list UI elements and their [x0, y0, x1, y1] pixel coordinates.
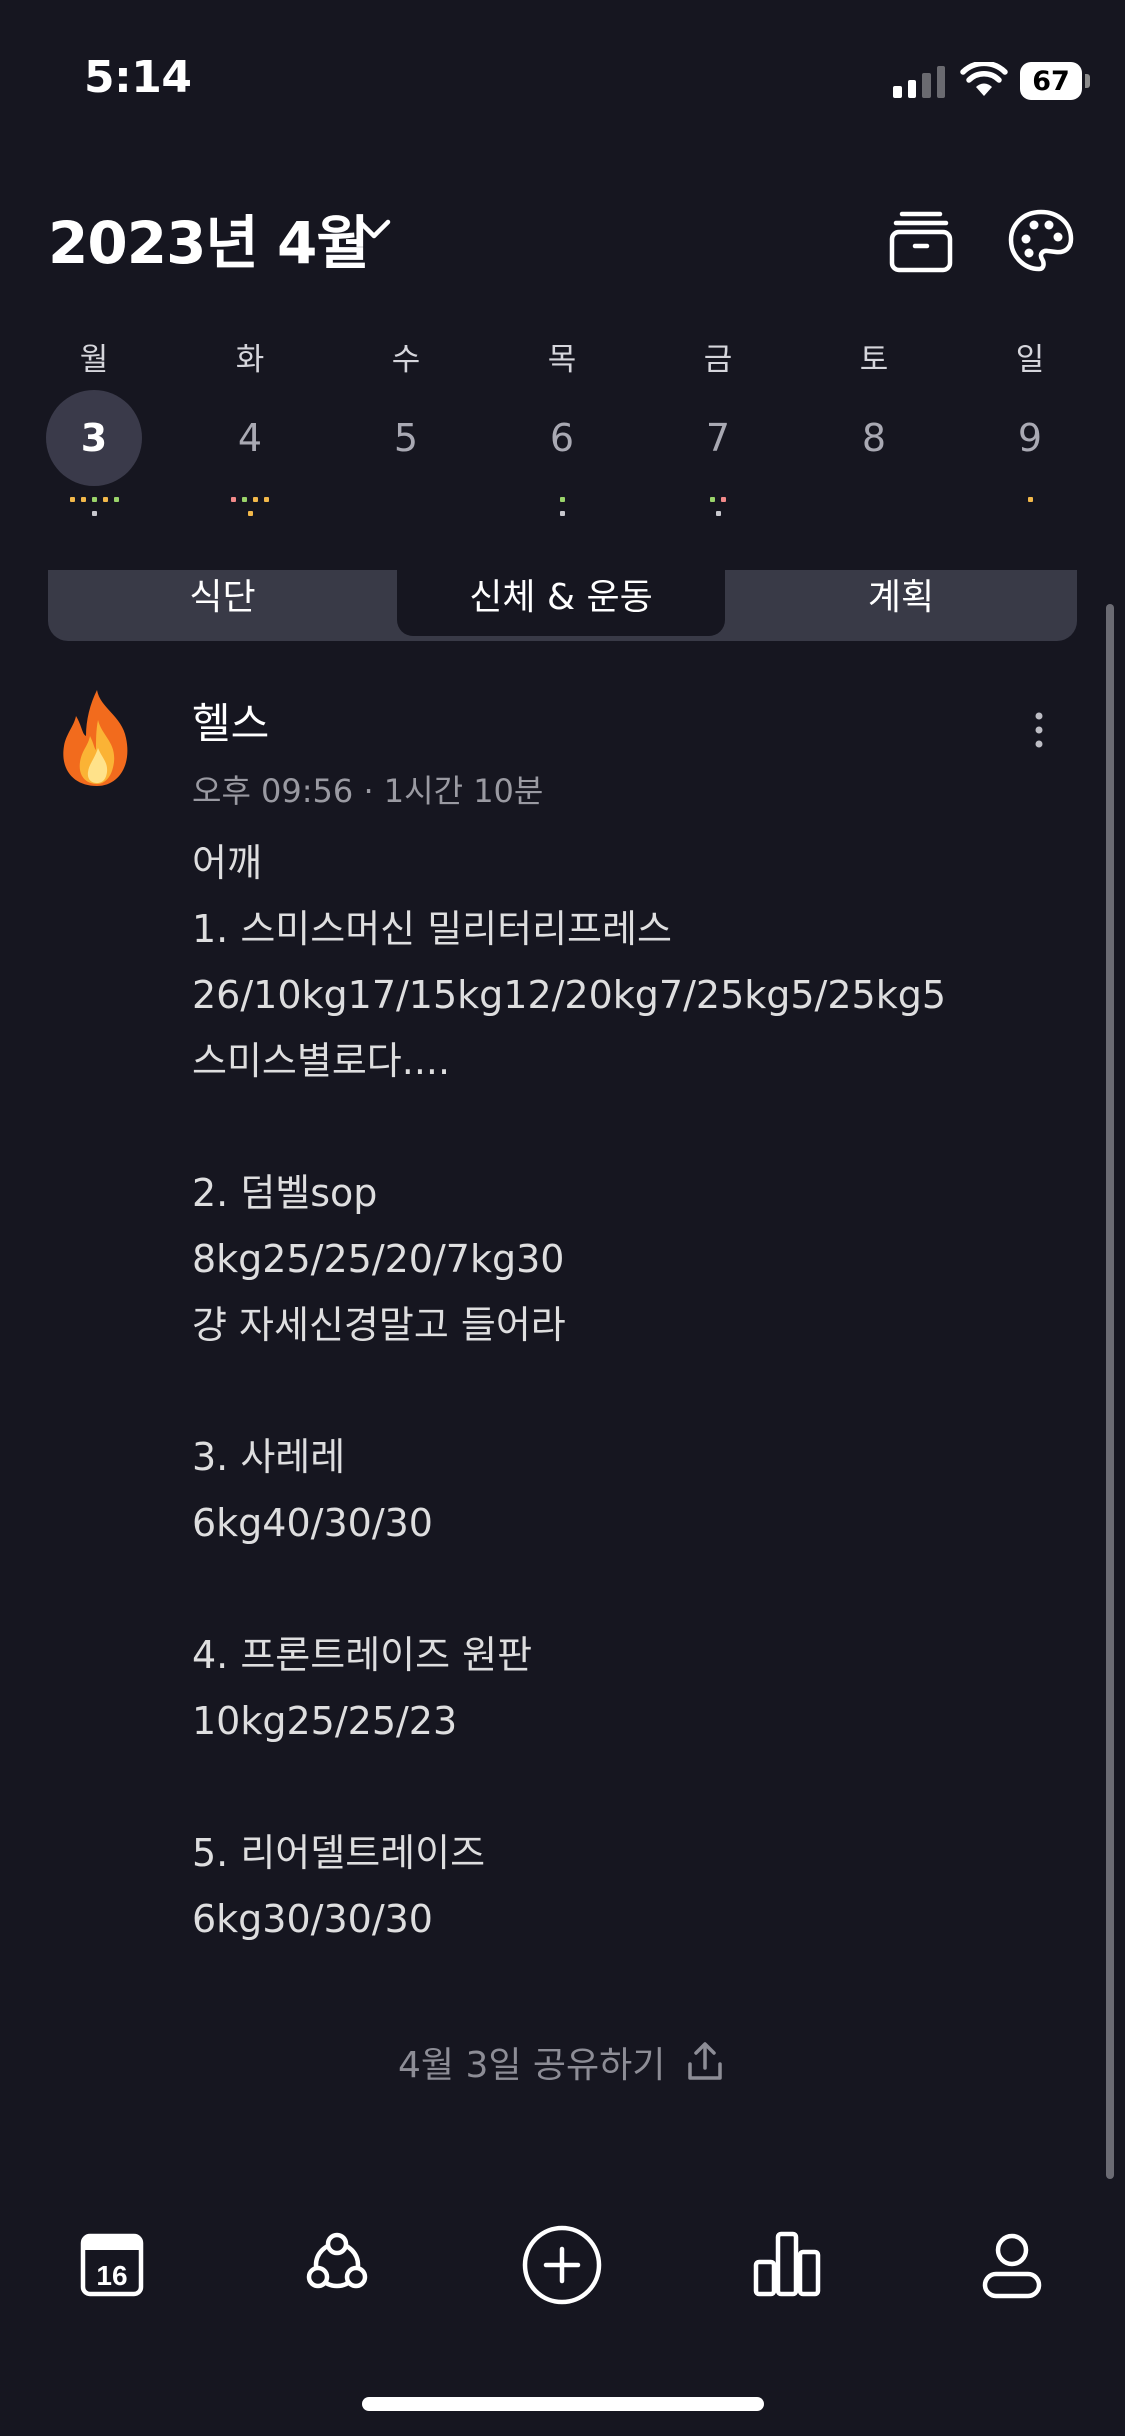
record-dot — [559, 497, 565, 502]
record-dot — [559, 511, 565, 516]
record-dot — [247, 511, 253, 516]
profile-icon[interactable] — [967, 2220, 1057, 2310]
record-dot — [253, 497, 258, 502]
record-dot — [710, 497, 715, 502]
fire-emoji-icon — [63, 690, 128, 786]
record-dot — [113, 497, 119, 502]
record-dot — [721, 497, 726, 502]
record-dot — [715, 511, 721, 516]
day-3[interactable]: 3 — [46, 390, 142, 486]
community-icon[interactable] — [292, 2220, 382, 2310]
month-title[interactable]: 2023년 4월 — [48, 196, 370, 280]
weekday-label: 토 — [859, 342, 889, 378]
tab-body-exercise[interactable]: 신체 & 운동 — [397, 568, 725, 620]
signal-icon — [893, 64, 945, 98]
day-9[interactable]: 9 — [982, 390, 1078, 486]
battery-icon: 67 — [1020, 62, 1090, 100]
weekday-label: 화 — [235, 342, 265, 378]
more-vertical-icon[interactable] — [1030, 710, 1048, 750]
day-7[interactable]: 7 — [670, 390, 766, 486]
weekday-label: 수 — [391, 342, 421, 378]
weekday-label: 일 — [1015, 342, 1045, 378]
tab-diet[interactable]: 식단 — [48, 568, 397, 620]
day-record-dots — [361, 497, 451, 521]
record-dot — [242, 497, 247, 502]
entry-note: 어깨 1. 스미스머신 밀리터리프레스 26/10kg17/15kg12/20k… — [192, 841, 947, 1941]
weekday-label: 월 — [79, 342, 109, 378]
day-record-dots — [985, 497, 1075, 521]
home-indicator — [362, 2397, 764, 2411]
record-dot — [69, 497, 75, 502]
record-dot — [91, 511, 97, 516]
stats-icon[interactable] — [742, 2220, 832, 2310]
day-record-dots — [673, 497, 763, 521]
day-8[interactable]: 8 — [826, 390, 922, 486]
record-dot — [264, 497, 269, 502]
share-icon — [688, 2042, 723, 2080]
day-record-dots — [517, 497, 607, 521]
battery-level: 67 — [1020, 62, 1082, 100]
weekday-label: 금 — [703, 342, 733, 378]
calendar-icon[interactable]: 16 — [67, 2220, 157, 2310]
record-dot — [231, 497, 236, 502]
add-icon[interactable] — [517, 2220, 607, 2310]
chevron-down-icon[interactable] — [352, 212, 396, 248]
record-dot — [80, 497, 86, 502]
day-6[interactable]: 6 — [514, 390, 610, 486]
day-record-dots — [205, 497, 295, 521]
day-record-dots — [49, 497, 139, 521]
status-time: 5:14 — [84, 52, 192, 103]
palette-icon[interactable] — [1006, 206, 1076, 276]
scrollbar[interactable] — [1106, 604, 1114, 2179]
day-4[interactable]: 4 — [202, 390, 298, 486]
wifi-icon — [960, 62, 1008, 96]
record-dot — [1027, 497, 1033, 502]
day-record-dots — [829, 497, 919, 521]
calendar-day-number: 16 — [96, 2260, 127, 2291]
tab-plan[interactable]: 계획 — [725, 568, 1077, 620]
record-dot — [91, 497, 97, 502]
day-5[interactable]: 5 — [358, 390, 454, 486]
share-button[interactable]: 4월 3일 공유하기 — [398, 2036, 727, 2088]
record-dot — [102, 497, 108, 502]
entry-title[interactable]: 헬스 — [192, 690, 269, 751]
share-label: 4월 3일 공유하기 — [398, 2045, 666, 2086]
entry-time-duration: 오후 09:56 · 1시간 10분 — [192, 772, 544, 810]
weekday-label: 목 — [547, 342, 577, 378]
archive-icon[interactable] — [886, 206, 956, 276]
